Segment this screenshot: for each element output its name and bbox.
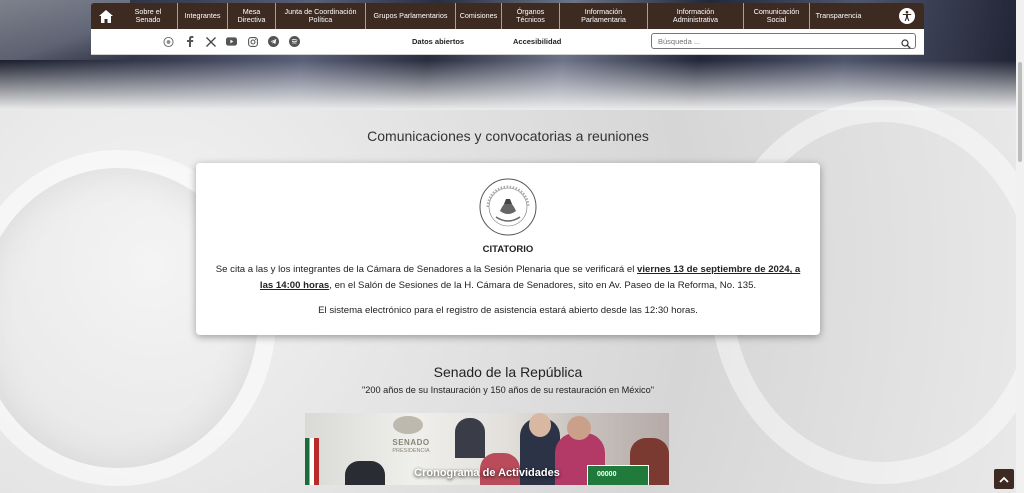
nav-item-comunicacion-social[interactable]: Comunicación Social <box>743 3 809 29</box>
senado-seal-icon <box>479 178 537 236</box>
person-head <box>567 416 591 440</box>
person-head <box>529 413 551 437</box>
nav-item-grupos-parlamentarios[interactable]: Grupos Parlamentarios <box>365 3 455 29</box>
wall-seal-image <box>393 416 423 434</box>
nav-item-informacion-administrativa[interactable]: Información Administrativa <box>647 3 743 29</box>
search-icon <box>901 39 911 49</box>
spotify-icon[interactable] <box>289 36 300 47</box>
x-twitter-icon[interactable] <box>205 36 216 47</box>
nav-item-mesa-directiva[interactable]: Mesa Directiva <box>227 3 275 29</box>
facebook-icon[interactable] <box>184 36 195 47</box>
main-navbar: Sobre el Senado Integrantes Mesa Directiva… <box>91 3 924 29</box>
wall-text-secondary: PRESIDENCIA <box>392 448 430 454</box>
nav-item-junta-de-coordinacion-politica[interactable]: Junta de Coordinación Política <box>275 3 365 29</box>
senado-subtitle: "200 años de su Instauración y 150 años … <box>361 385 655 395</box>
nav-item-organos-tecnicos[interactable]: Órganos Técnicos <box>501 3 559 29</box>
nav-item-transparencia[interactable]: Transparencia <box>809 3 867 29</box>
section-title: Comunicaciones y convocatorias a reunion… <box>367 128 649 144</box>
home-button[interactable] <box>93 3 119 29</box>
home-icon <box>99 9 113 23</box>
utility-bar: Datos abiertos Accesibilidad <box>91 29 924 55</box>
person-figure <box>455 418 485 458</box>
social-links <box>163 36 300 47</box>
senado-title: Senado de la República <box>433 364 583 380</box>
cronograma-banner[interactable]: SENADO PRESIDENCIA 00000 Cronograma de A… <box>305 413 669 485</box>
telegram-icon[interactable] <box>268 36 279 47</box>
citatorio-text-intro: Se cita a las y los integrantes de la Cá… <box>215 264 638 275</box>
nav-item-informacion-parlamentaria[interactable]: Información Parlamentaria <box>559 3 647 29</box>
nav-item-comisiones[interactable]: Comisiones <box>455 3 501 29</box>
chevron-up-icon <box>999 476 1009 483</box>
senado-logo-icon[interactable] <box>163 36 174 47</box>
search-input[interactable] <box>651 33 916 49</box>
scroll-to-top-button[interactable] <box>994 469 1014 489</box>
instagram-icon[interactable] <box>247 36 258 47</box>
nav-item-integrantes[interactable]: Integrantes <box>177 3 227 29</box>
citatorio-card: CITATORIO Se cita a las y los integrante… <box>196 163 820 335</box>
nav-items: Sobre el Senado Integrantes Mesa Directiva… <box>119 3 867 29</box>
citatorio-text: Se cita a las y los integrantes de la Cá… <box>210 262 806 294</box>
accessibility-button[interactable] <box>896 5 918 27</box>
wall-text: SENADO <box>392 438 430 447</box>
scrollbar-thumb[interactable] <box>1018 62 1022 162</box>
banner-label: Cronograma de Actividades <box>414 467 560 479</box>
citatorio-heading: CITATORIO <box>482 244 534 255</box>
search-button[interactable] <box>901 36 911 49</box>
datos-abiertos-link[interactable]: Datos abiertos <box>412 37 464 46</box>
citatorio-text-location: , en el Salón de Sesiones de la H. Cámar… <box>329 280 757 291</box>
nav-item-sobre-el-senado[interactable]: Sobre el Senado <box>119 3 177 29</box>
youtube-icon[interactable] <box>226 36 237 47</box>
accessibility-icon <box>899 8 915 24</box>
citatorio-note: El sistema electrónico para el registro … <box>318 305 698 316</box>
accesibilidad-link[interactable]: Accesibilidad <box>513 37 561 46</box>
